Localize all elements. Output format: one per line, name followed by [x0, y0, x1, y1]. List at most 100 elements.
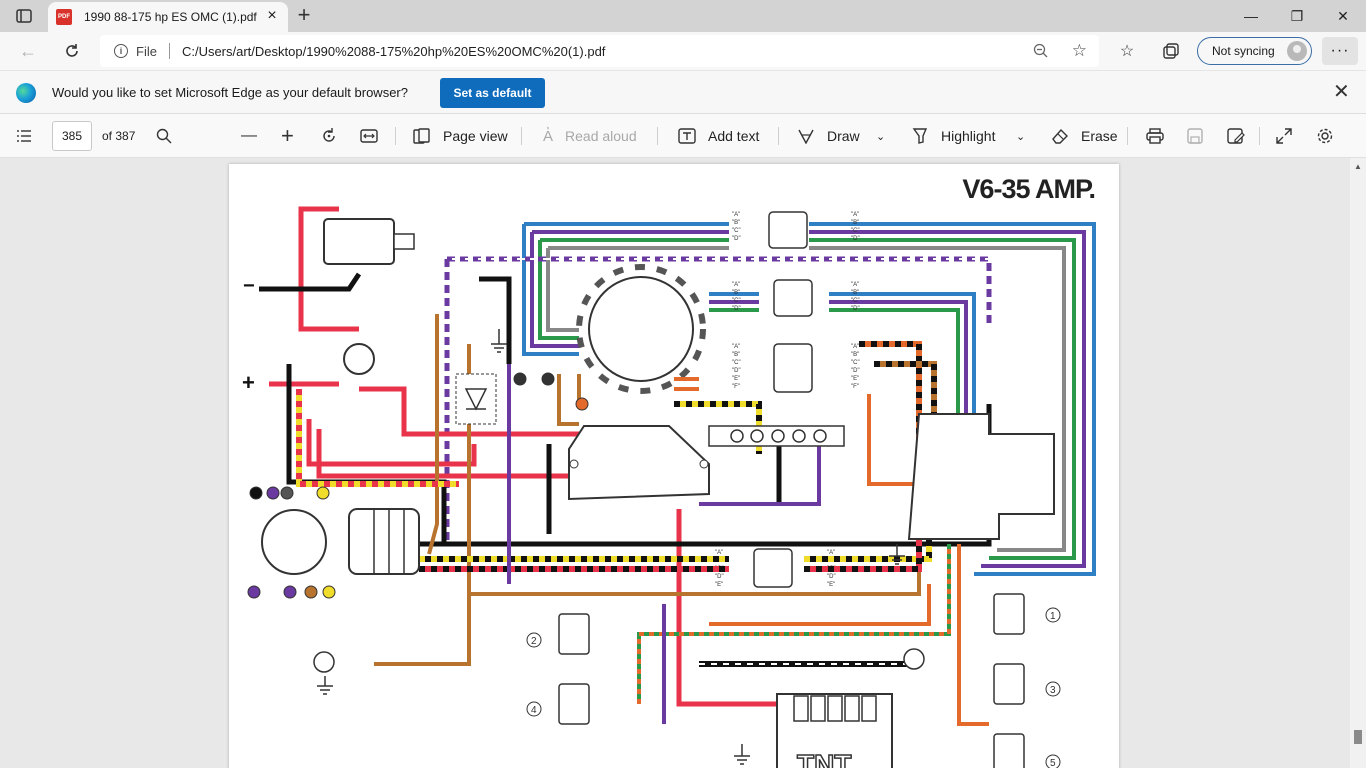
save-as-button[interactable]: [1227, 114, 1245, 158]
page-view-button[interactable]: Page view: [413, 114, 508, 158]
svg-text:"B": "B": [732, 220, 740, 226]
svg-text:"B": "B": [851, 290, 859, 296]
svg-text:"A": "A": [851, 344, 859, 350]
wiring-diagram: "A" "B" "C" "D" "A" "B" "C" "D" "A" "B" "C" "D" "…: [242, 206, 1096, 768]
fit-width-button[interactable]: [360, 114, 378, 158]
tab-actions-button[interactable]: [8, 6, 40, 26]
svg-text:"A": "A": [851, 282, 859, 288]
svg-text:"B": "B": [851, 352, 859, 358]
coil-number-2: 2: [531, 636, 537, 647]
zoom-out-button[interactable]: —: [241, 114, 257, 158]
svg-text:"D": "D": [732, 368, 741, 374]
svg-text:"A": "A": [732, 282, 740, 288]
read-aloud-icon: A͐: [543, 127, 554, 145]
refresh-button[interactable]: [58, 38, 86, 64]
new-tab-button[interactable]: +: [294, 4, 314, 26]
save-button[interactable]: [1187, 114, 1203, 158]
rectifier-icon: [907, 413, 1055, 540]
svg-text:"C": "C": [732, 228, 741, 234]
svg-text:"E": "E": [827, 582, 835, 588]
address-row: ← i File C:/Users/art/Desktop/1990%2088-…: [0, 32, 1366, 70]
erase-button[interactable]: Erase: [1051, 114, 1118, 158]
active-tab[interactable]: PDF 1990 88-175 hp ES OMC (1).pdf ×: [48, 2, 288, 32]
add-text-icon: [678, 128, 696, 144]
draw-button[interactable]: Draw: [797, 114, 860, 158]
collections-icon[interactable]: [1159, 39, 1183, 63]
svg-text:"E": "E": [851, 376, 859, 382]
edge-logo-icon: [16, 83, 36, 103]
tnt-label: TNT: [797, 749, 851, 768]
scrollbar-thumb[interactable]: [1354, 730, 1362, 744]
search-icon: [156, 128, 172, 144]
fullscreen-button[interactable]: [1276, 114, 1292, 158]
harness-plug-icon: [348, 508, 420, 575]
set-as-default-button[interactable]: Set as default: [440, 78, 545, 108]
svg-text:"B": "B": [851, 220, 859, 226]
svg-text:"A": "A": [851, 212, 859, 218]
address-bar[interactable]: i File C:/Users/art/Desktop/1990%2088-17…: [100, 35, 1099, 67]
rotate-button[interactable]: [320, 114, 338, 158]
url-text[interactable]: C:/Users/art/Desktop/1990%2088-175%20hp%…: [182, 44, 605, 59]
pdf-settings-button[interactable]: [1316, 114, 1334, 158]
favorites-icon[interactable]: ☆: [1115, 39, 1139, 63]
temp-switch-icon: [313, 651, 335, 673]
print-button[interactable]: [1146, 114, 1164, 158]
highlight-options-chevron-icon[interactable]: ⌄: [1016, 114, 1025, 158]
read-aloud-button[interactable]: A͐ Read aloud: [543, 114, 637, 158]
svg-text:"D": "D": [851, 236, 860, 242]
settings-more-button[interactable]: ···: [1322, 37, 1358, 65]
toolbar-divider: [657, 127, 658, 145]
scroll-up-arrow-icon[interactable]: ▲: [1354, 162, 1362, 171]
toolbar-divider: [778, 127, 779, 145]
zoom-in-button[interactable]: +: [281, 114, 294, 158]
address-separator: [168, 43, 170, 59]
tab-close-icon[interactable]: ×: [264, 8, 280, 25]
print-icon: [1146, 128, 1164, 144]
svg-text:"D": "D": [827, 574, 836, 580]
zoom-out-icon[interactable]: [1033, 43, 1049, 62]
toolbar-divider: [521, 127, 522, 145]
svg-text:"D": "D": [732, 236, 741, 242]
pdf-viewer[interactable]: V6-35 AMP. "A" "B" "C" "D" "A" "B" "C" "…: [0, 158, 1366, 768]
page-view-icon: [413, 128, 430, 144]
svg-text:"D": "D": [715, 574, 724, 580]
eraser-icon: [1052, 128, 1068, 144]
info-icon[interactable]: i: [114, 44, 128, 58]
tab-bar: PDF 1990 88-175 hp ES OMC (1).pdf × + — …: [0, 0, 1366, 32]
tab-title: 1990 88-175 hp ES OMC (1).pdf: [84, 10, 257, 24]
infobar-message: Would you like to set Microsoft Edge as …: [52, 85, 408, 100]
solenoid-icon: [343, 343, 375, 375]
profile-sync-button[interactable]: Not syncing: [1197, 37, 1312, 65]
list-icon: [17, 130, 31, 142]
battery-positive-label: +: [242, 370, 255, 395]
draw-label: Draw: [827, 128, 860, 144]
stator-icon: [576, 264, 706, 394]
search-button[interactable]: [156, 114, 172, 158]
coil-number-1: 1: [1050, 611, 1056, 622]
svg-text:"C": "C": [732, 298, 741, 304]
highlight-button[interactable]: Highlight: [911, 114, 995, 158]
scheme-label: File: [136, 43, 157, 59]
minimize-button[interactable]: —: [1228, 0, 1274, 32]
power-pack-icon: [568, 425, 710, 501]
svg-text:"B": "B": [732, 290, 740, 296]
maximize-button[interactable]: ❐: [1274, 0, 1320, 32]
page-total: of 387: [102, 129, 136, 143]
vertical-scrollbar[interactable]: ▲: [1350, 158, 1366, 768]
add-favorite-icon[interactable]: ☆: [1072, 41, 1087, 61]
plus-icon: +: [281, 123, 294, 148]
add-text-button[interactable]: Add text: [678, 114, 759, 158]
add-text-label: Add text: [708, 128, 760, 144]
close-window-button[interactable]: ✕: [1320, 0, 1366, 32]
draw-options-chevron-icon[interactable]: ⌄: [876, 114, 885, 158]
default-browser-infobar: Would you like to set Microsoft Edge as …: [0, 70, 1366, 114]
svg-text:"C": "C": [851, 228, 860, 234]
fit-width-icon: [360, 129, 378, 143]
page-number-input[interactable]: 385: [52, 121, 92, 151]
coil-number-3: 3: [1050, 685, 1056, 696]
svg-text:"A": "A": [715, 550, 723, 556]
infobar-close-icon[interactable]: ✕: [1333, 82, 1350, 102]
back-button[interactable]: ←: [14, 38, 42, 64]
svg-text:"E": "E": [732, 376, 740, 382]
contents-button[interactable]: [16, 114, 32, 158]
